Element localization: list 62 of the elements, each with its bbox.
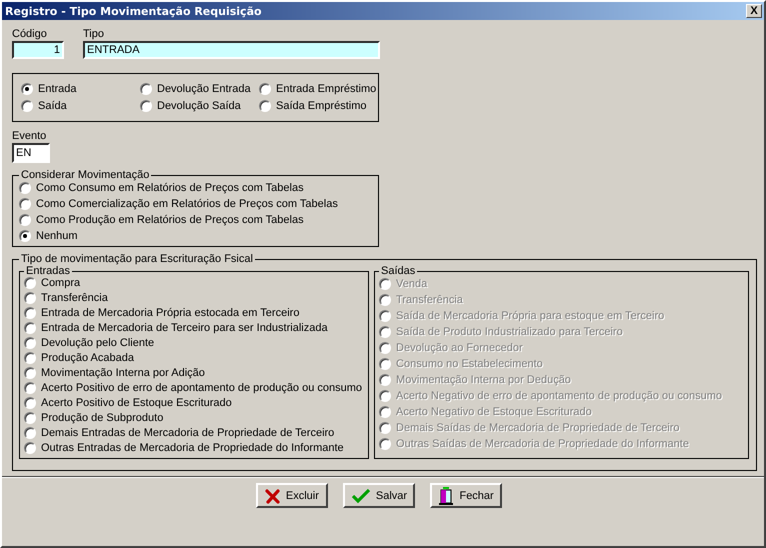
radio-button[interactable] xyxy=(24,322,36,334)
radio-button[interactable] xyxy=(24,367,36,379)
radio-button[interactable] xyxy=(140,100,152,112)
radio-button[interactable] xyxy=(24,337,36,349)
checkmark-icon xyxy=(350,488,371,504)
tipo-field[interactable]: ENTRADA xyxy=(83,41,380,59)
radio-option[interactable]: Produção Acabada xyxy=(24,352,362,364)
close-form-button[interactable]: Fechar xyxy=(430,483,502,508)
save-button[interactable]: Salvar xyxy=(342,483,416,508)
group-title: Saídas xyxy=(380,265,416,277)
radio-button[interactable] xyxy=(21,100,33,112)
close-button[interactable]: X xyxy=(746,4,762,18)
radio-option[interactable]: Acerto Positivo de erro de apontamento de produção ou consumo xyxy=(24,382,362,394)
radio-option[interactable]: Como Comercialização em Relatórios de Preços com Tabelas xyxy=(19,197,372,210)
group-title: Tipo de movimentação para Escrituração Fsical xyxy=(20,253,254,265)
radio-button[interactable] xyxy=(24,427,36,439)
radio-option[interactable]: Devolução pelo Cliente xyxy=(24,337,362,349)
radio-option[interactable]: Entrada de Mercadoria Própria estocada em Terceiro xyxy=(24,307,362,319)
group-title: Entradas xyxy=(25,265,72,277)
door-icon xyxy=(438,486,454,506)
radio-option[interactable]: Transferência xyxy=(24,292,362,304)
radio-option[interactable]: Produção de Subproduto xyxy=(24,412,362,424)
radio-button[interactable] xyxy=(259,83,271,95)
radio-button[interactable] xyxy=(259,100,271,112)
window-title: Registro - Tipo Movimentação Requisição xyxy=(5,4,262,18)
radio-button[interactable] xyxy=(24,442,36,454)
radio-button[interactable] xyxy=(24,277,36,289)
radio-option[interactable]: Saída Empréstimo xyxy=(259,100,378,112)
radio-option[interactable]: Compra xyxy=(24,277,362,289)
group-title: Considerar Movimentação xyxy=(20,169,150,181)
radio-option[interactable]: Acerto Positivo de Estoque Escriturado xyxy=(24,397,362,409)
radio-button[interactable] xyxy=(19,198,31,210)
radio-button[interactable] xyxy=(24,397,36,409)
delete-button[interactable]: Excluir xyxy=(256,483,328,508)
radio-button[interactable] xyxy=(19,230,31,242)
radio-option[interactable]: Entrada de Mercadoria de Terceiro para ser Industrializada xyxy=(24,322,362,334)
radio-option[interactable]: Movimentação Interna por Adição xyxy=(24,367,362,379)
radio-button[interactable] xyxy=(24,382,36,394)
evento-field[interactable]: EN xyxy=(12,143,50,163)
radio-option[interactable]: Como Produção em Relatórios de Preços com Tabelas xyxy=(19,213,372,226)
radio-option[interactable]: Demais Entradas de Mercadoria de Propriedade de Terceiro xyxy=(24,427,362,439)
radio-button[interactable] xyxy=(24,307,36,319)
codigo-field[interactable]: 1 xyxy=(12,41,64,59)
tipo-label: Tipo xyxy=(83,28,105,40)
radio-option[interactable]: Devolução Entrada xyxy=(140,82,259,96)
radio-option[interactable]: Nenhum xyxy=(19,229,372,242)
radio-button[interactable] xyxy=(24,292,36,304)
radio-option[interactable]: Outras Entradas de Mercadoria de Propriedade do Informante xyxy=(24,442,362,454)
radio-option[interactable]: Entrada xyxy=(21,82,140,96)
radio-button[interactable] xyxy=(19,182,31,194)
cross-icon xyxy=(264,488,281,504)
codigo-label: Código xyxy=(12,28,48,40)
radio-button[interactable] xyxy=(24,412,36,424)
radio-button[interactable] xyxy=(21,83,33,95)
radio-option[interactable]: Entrada Empréstimo xyxy=(259,82,378,96)
radio-button[interactable] xyxy=(140,83,152,95)
radio-option[interactable]: Como Consumo em Relatórios de Preços com Tabelas xyxy=(19,181,372,194)
radio-button[interactable] xyxy=(24,352,36,364)
radio-button[interactable] xyxy=(19,214,31,226)
radio-option[interactable]: Saída xyxy=(21,100,140,112)
evento-label: Evento xyxy=(12,130,48,142)
radio-option[interactable]: Devolução Saída xyxy=(140,100,259,112)
